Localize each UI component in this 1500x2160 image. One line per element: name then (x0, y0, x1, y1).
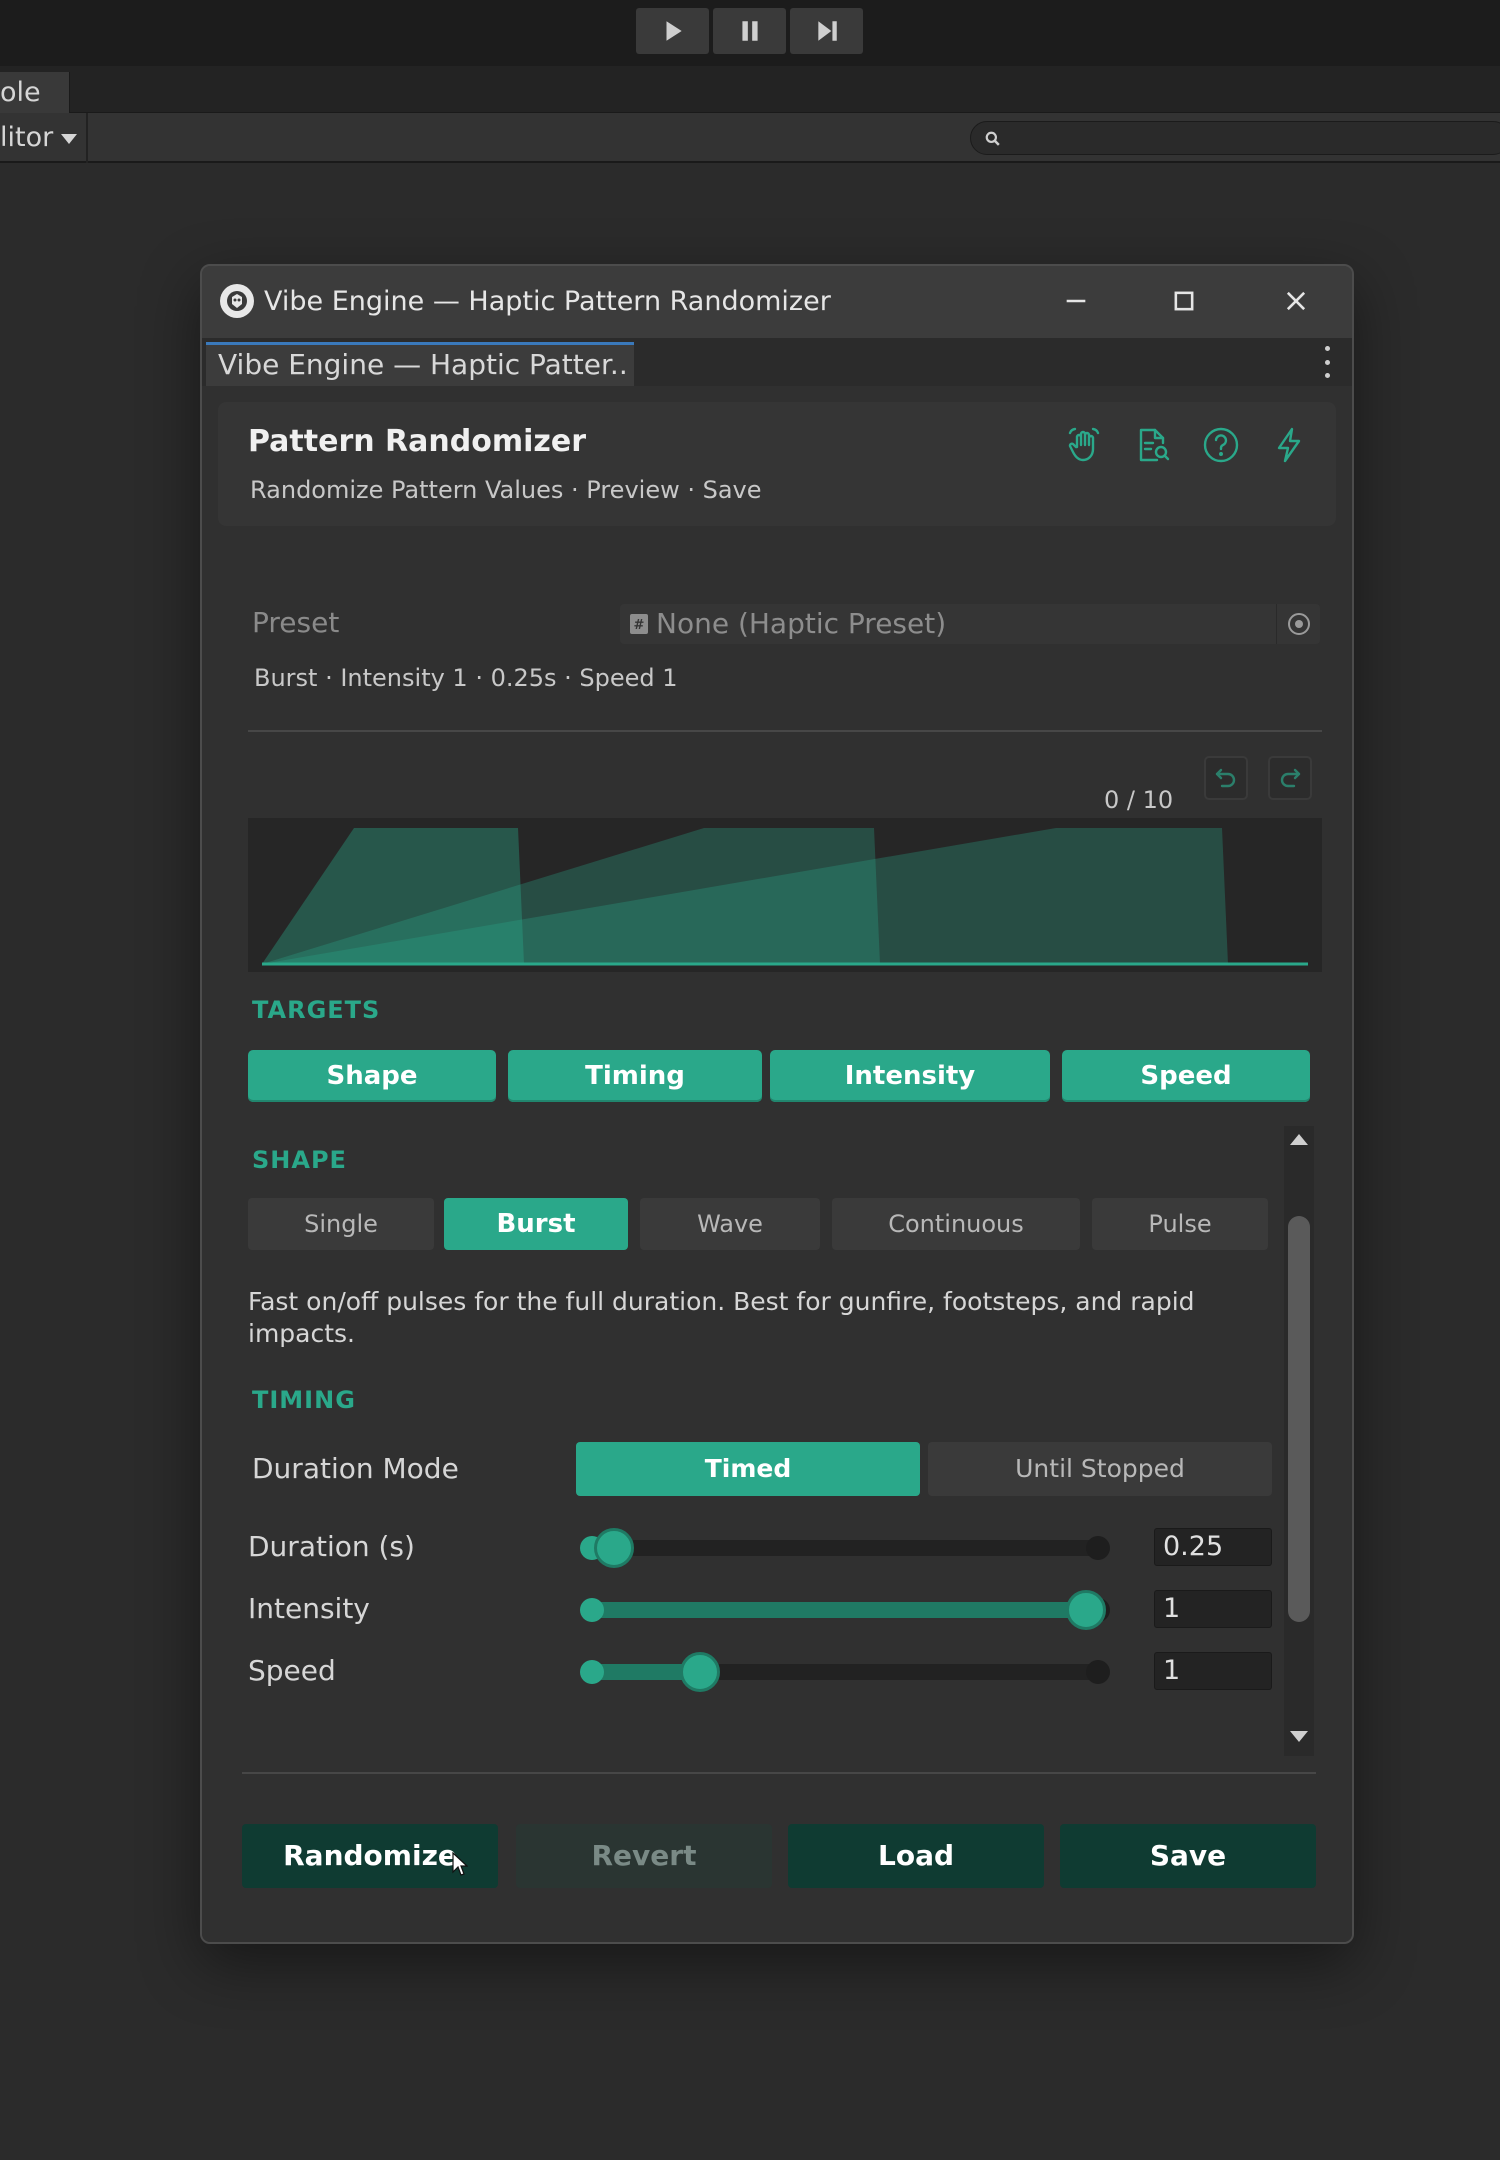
duration-mode-label: Duration Mode (252, 1452, 459, 1485)
pause-icon (741, 21, 758, 41)
speed-value-field[interactable]: 1 (1154, 1652, 1272, 1690)
slider-knob[interactable] (680, 1652, 721, 1692)
target-intensity-button[interactable]: Intensity (770, 1050, 1050, 1102)
play-icon (666, 21, 682, 41)
lightning-icon[interactable] (1266, 422, 1312, 468)
minimize-icon (1066, 299, 1086, 303)
hand-icon[interactable] (1062, 422, 1108, 468)
target-icon (1287, 613, 1310, 635)
window-title: Vibe Engine — Haptic Pattern Randomizer (264, 286, 831, 317)
help-icon[interactable] (1198, 422, 1244, 468)
slider-max-handle[interactable] (1086, 1536, 1110, 1560)
more-options-icon[interactable] (1322, 346, 1332, 378)
shape-wave-button[interactable]: Wave (640, 1198, 820, 1250)
timing-heading: TIMING (252, 1386, 356, 1414)
preset-label: Preset (252, 606, 340, 639)
pattern-preview-shapes (262, 828, 1308, 966)
mouse-cursor-icon (452, 1852, 468, 1876)
play-button[interactable] (636, 8, 709, 54)
svg-text:#: # (634, 618, 645, 633)
search-input[interactable] (970, 121, 1500, 155)
header-icons (1062, 422, 1312, 468)
undo-button[interactable] (1204, 756, 1248, 800)
step-icon (817, 21, 837, 41)
maximize-icon (1174, 291, 1194, 311)
target-timing-button[interactable]: Timing (508, 1050, 762, 1102)
editor-dropdown-label: litor (0, 122, 54, 153)
shape-heading: SHAPE (252, 1146, 347, 1174)
close-icon (1286, 291, 1306, 311)
target-speed-button[interactable]: Speed (1062, 1050, 1310, 1102)
shape-pulse-button[interactable]: Pulse (1092, 1198, 1268, 1250)
mode-until-stopped-button[interactable]: Until Stopped (928, 1442, 1272, 1496)
save-button[interactable]: Save (1060, 1824, 1316, 1888)
intensity-slider[interactable] (580, 1590, 1110, 1630)
editor-dropdown[interactable]: litor (0, 113, 88, 163)
shape-burst-button[interactable]: Burst (444, 1198, 628, 1250)
randomizer-window: Vibe Engine — Haptic Pattern Randomizer … (200, 264, 1354, 1944)
editor-tabstrip: ole (0, 66, 1500, 113)
window-titlebar[interactable]: Vibe Engine — Haptic Pattern Randomizer (202, 266, 1352, 338)
revert-button[interactable]: Revert (516, 1824, 772, 1888)
slider-knob[interactable] (593, 1528, 634, 1568)
mode-timed-button[interactable]: Timed (576, 1442, 920, 1496)
slider-knob[interactable] (1066, 1590, 1106, 1630)
history-counter: 0 / 10 (1104, 786, 1174, 814)
object-picker-button[interactable] (1276, 604, 1320, 644)
tab-randomizer[interactable]: Vibe Engine — Haptic Patter.. (206, 342, 634, 386)
shape-description: Fast on/off pulses for the full duration… (248, 1287, 1195, 1348)
preset-summary: Burst · Intensity 1 · 0.25s · Speed 1 (254, 664, 678, 692)
playmode-controls (636, 8, 863, 54)
slider-fill (592, 1602, 1086, 1618)
intensity-value-field[interactable]: 1 (1154, 1590, 1272, 1628)
target-shape-button[interactable]: Shape (248, 1050, 496, 1102)
window-content: Pattern Randomizer Randomize Pattern Val… (202, 386, 1352, 1942)
preset-object-field[interactable]: # None (Haptic Preset) (620, 604, 1320, 644)
editor-toolbar (0, 0, 1500, 66)
duration-value-field[interactable]: 0.25 (1154, 1528, 1272, 1566)
slider-min-handle[interactable] (580, 1660, 604, 1684)
shape-single-button[interactable]: Single (248, 1198, 434, 1250)
vertical-scrollbar[interactable] (1284, 1126, 1314, 1756)
speed-label: Speed (248, 1654, 336, 1687)
redo-icon (1280, 768, 1301, 788)
redo-button[interactable] (1268, 756, 1312, 800)
caret-down-icon (61, 133, 78, 144)
divider (248, 730, 1322, 732)
slider-max-handle[interactable] (1086, 1660, 1110, 1684)
scroll-down-icon[interactable] (1290, 1731, 1308, 1742)
speed-slider[interactable] (580, 1652, 1110, 1692)
shape-continuous-button[interactable]: Continuous (832, 1198, 1080, 1250)
divider (242, 1772, 1316, 1774)
pattern-preview-graph (248, 818, 1322, 972)
page-title: Pattern Randomizer (248, 424, 586, 459)
document-tabbar: Vibe Engine — Haptic Patter.. (202, 338, 1352, 386)
script-asset-icon: # (630, 614, 648, 634)
search-icon (985, 131, 1000, 146)
intensity-label: Intensity (248, 1592, 370, 1625)
load-button[interactable]: Load (788, 1824, 1044, 1888)
app-logo-icon (220, 284, 254, 318)
undo-icon (1215, 768, 1236, 788)
duration-slider[interactable] (580, 1528, 1110, 1568)
scroll-up-icon[interactable] (1290, 1134, 1308, 1145)
scrollbar-thumb[interactable] (1288, 1216, 1310, 1622)
slider-min-handle[interactable] (580, 1598, 604, 1622)
slider-track (592, 1540, 1098, 1556)
step-button[interactable] (790, 8, 863, 54)
preset-value: None (Haptic Preset) (656, 607, 947, 640)
header-card: Pattern Randomizer Randomize Pattern Val… (218, 402, 1336, 526)
minimize-button[interactable] (1052, 278, 1100, 324)
duration-label: Duration (s) (248, 1530, 415, 1563)
editor-secondbar: litor (0, 113, 1500, 163)
tab-console[interactable]: ole (0, 72, 70, 113)
targets-heading: TARGETS (252, 996, 381, 1024)
inspect-document-icon[interactable] (1130, 422, 1176, 468)
close-button[interactable] (1272, 278, 1320, 324)
page-subtitle: Randomize Pattern Values · Preview · Sav… (250, 476, 762, 504)
pause-button[interactable] (713, 8, 786, 54)
maximize-button[interactable] (1160, 278, 1208, 324)
